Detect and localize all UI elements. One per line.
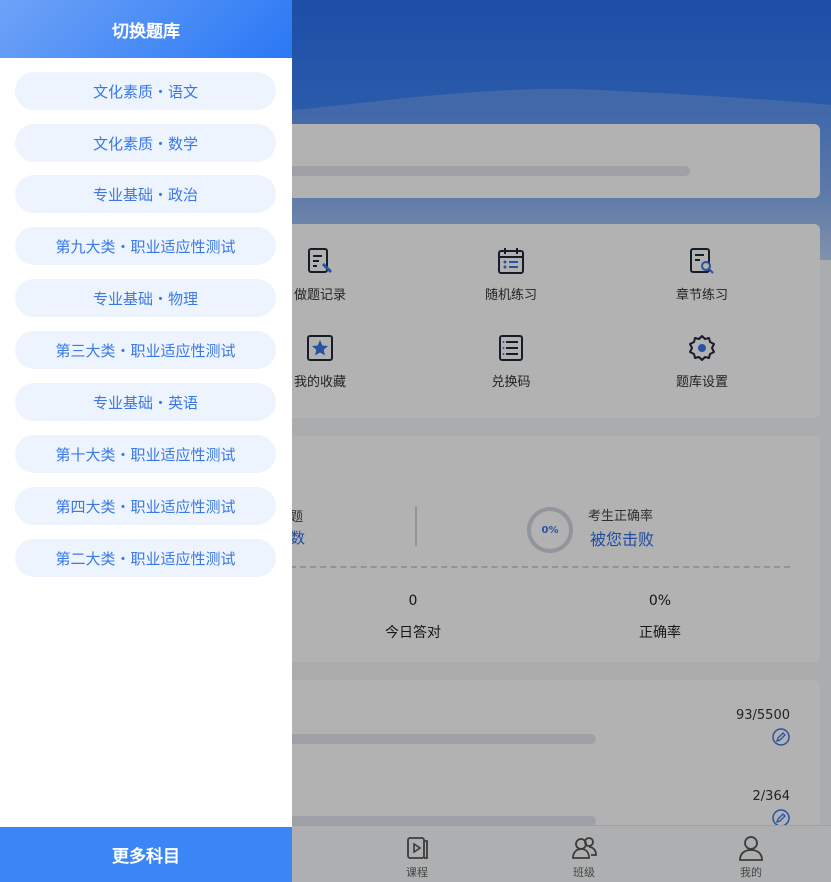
drawer-header: 切换题库 xyxy=(0,0,292,58)
more-subjects-label: 更多科目 xyxy=(112,847,180,867)
more-subjects-button[interactable]: 更多科目 xyxy=(0,827,292,882)
subject-item[interactable]: 专业基础・英语 xyxy=(15,383,276,421)
subject-item[interactable]: 第九大类・职业适应性测试 xyxy=(15,227,276,265)
subject-item[interactable]: 第二大类・职业适应性测试 xyxy=(15,539,276,577)
subject-item[interactable]: 文化素质・语文 xyxy=(15,72,276,110)
subject-item[interactable]: 第三大类・职业适应性测试 xyxy=(15,331,276,369)
subject-item[interactable]: 第十大类・职业适应性测试 xyxy=(15,435,276,473)
drawer-title: 切换题库 xyxy=(112,21,180,42)
subject-drawer: 切换题库 文化素质・语文 文化素质・数学 专业基础・政治 第九大类・职业适应性测… xyxy=(0,0,292,882)
subject-item[interactable]: 专业基础・政治 xyxy=(15,175,276,213)
subject-item[interactable]: 第四大类・职业适应性测试 xyxy=(15,487,276,525)
subject-item[interactable]: 文化素质・数学 xyxy=(15,124,276,162)
subject-item[interactable]: 专业基础・物理 xyxy=(15,279,276,317)
